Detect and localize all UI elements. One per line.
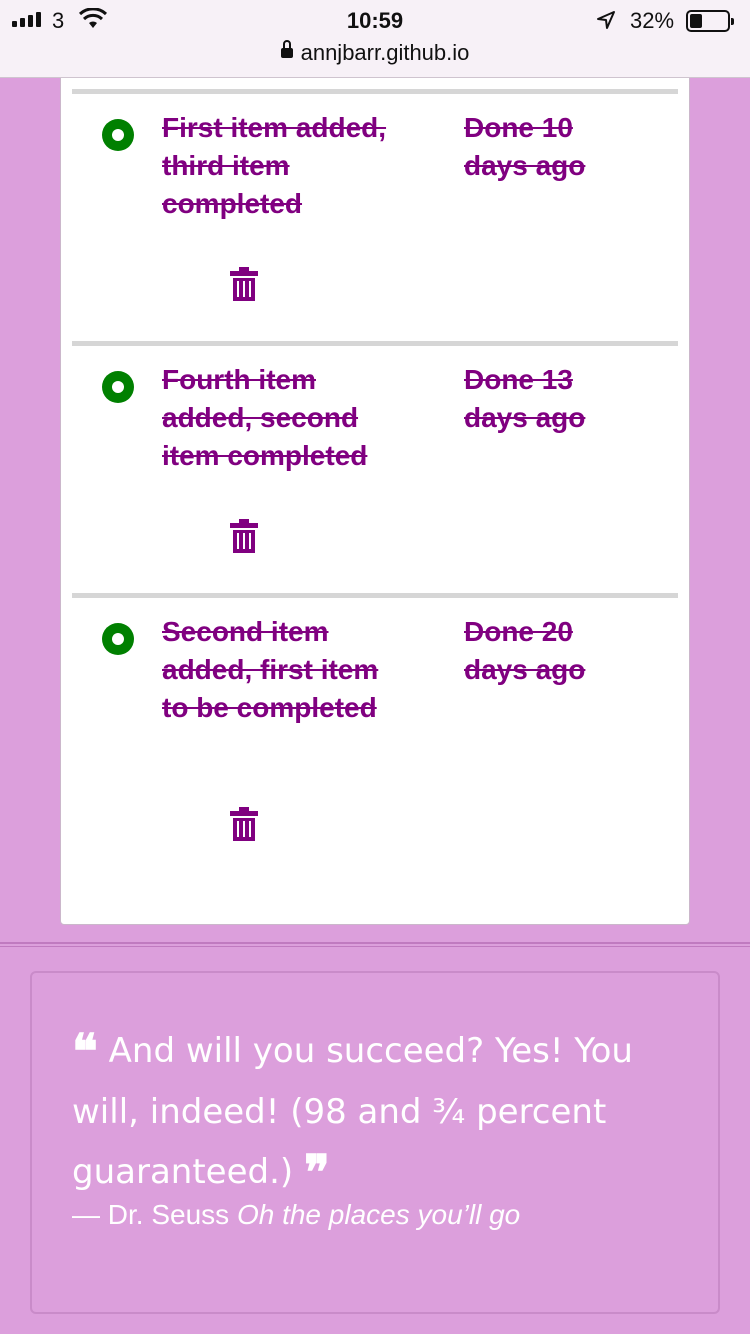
item-text: Second item added, first item to be comp… xyxy=(162,616,379,723)
item-done-date: Done 20 days ago xyxy=(464,616,586,685)
location-arrow-icon xyxy=(597,11,615,29)
battery-percent: 32% xyxy=(630,8,675,33)
browser-chrome: 3 10:59 32% annjbarr.github.io xyxy=(0,0,750,78)
open-quote-icon: ❝ xyxy=(72,1024,98,1080)
item-done-date: Done 13 days ago xyxy=(464,364,586,433)
completed-radio-icon[interactable] xyxy=(102,371,134,403)
trash-icon[interactable] xyxy=(230,519,258,553)
quote-box: ❝ And will you succeed? Yes! You will, i… xyxy=(30,971,720,1314)
item-divider xyxy=(72,89,678,94)
quote-source: Oh the places you’ll go xyxy=(236,1199,521,1230)
trash-icon[interactable] xyxy=(230,807,258,841)
trash-icon[interactable] xyxy=(230,267,258,301)
item-text: Fourth item added, second item completed xyxy=(162,364,368,471)
footer-divider xyxy=(0,942,750,947)
lock-icon xyxy=(280,40,293,61)
item-text: First item added, third item completed xyxy=(162,112,387,219)
completed-radio-icon[interactable] xyxy=(102,623,134,655)
battery-icon xyxy=(686,10,734,32)
item-done-date: Done 10 days ago xyxy=(464,112,586,181)
quote-text: ❝ And will you succeed? Yes! You will, i… xyxy=(72,1021,692,1203)
status-bar: 3 10:59 32% xyxy=(0,6,750,36)
completed-radio-icon[interactable] xyxy=(102,119,134,151)
quote-author: — Dr. Seuss xyxy=(72,1199,230,1230)
item-divider xyxy=(72,341,678,346)
quote-body: And will you succeed? Yes! You will, ind… xyxy=(72,1031,633,1192)
close-quote-icon: ❞ xyxy=(303,1145,330,1201)
url-bar[interactable]: annjbarr.github.io xyxy=(0,40,750,68)
quote-attribution: — Dr. Seuss Oh the places you’ll go xyxy=(72,1199,692,1231)
item-divider xyxy=(72,593,678,598)
url-text: annjbarr.github.io xyxy=(300,40,470,65)
